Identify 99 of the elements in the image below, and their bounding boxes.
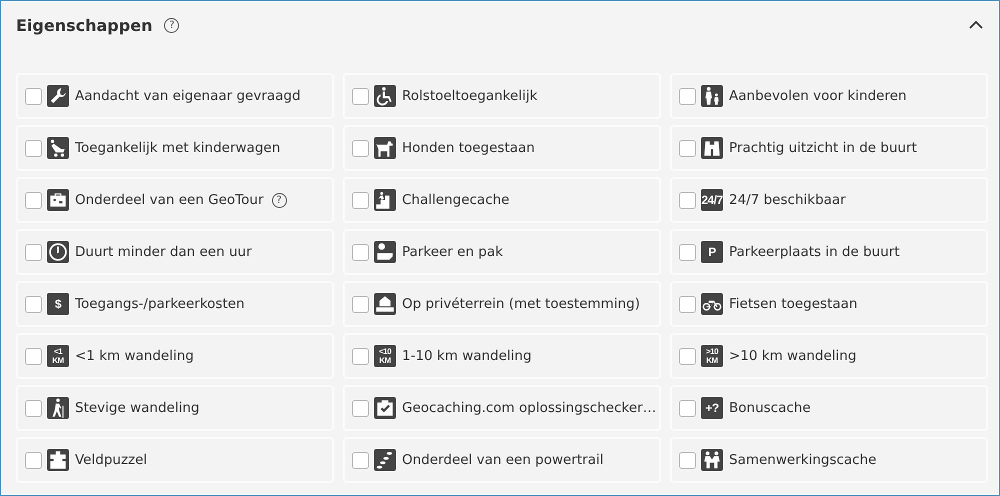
attribute-card[interactable]: Aanbevolen voor kinderen — [670, 73, 988, 119]
attribute-label: Bonuscache — [729, 400, 811, 416]
attribute-icon — [47, 137, 69, 159]
attribute-label: <1 km wandeling — [75, 348, 194, 364]
attribute-icon: <1 KM — [47, 345, 69, 367]
attribute-icon: $ — [47, 293, 69, 315]
help-icon[interactable]: ? — [164, 18, 180, 32]
attribute-icon — [47, 241, 69, 263]
attribute-card[interactable]: Samenwerkingscache — [670, 437, 988, 483]
checkbox[interactable] — [25, 140, 42, 156]
checkbox[interactable] — [352, 192, 369, 208]
attribute-icon — [374, 397, 396, 419]
checkbox[interactable] — [679, 192, 696, 208]
attribute-label: Onderdeel van een GeoTour — [75, 192, 264, 208]
attribute-card[interactable]: P Parkeerplaats in de buurt — [670, 229, 988, 275]
attribute-label: Aandacht van eigenaar gevraagd — [75, 88, 301, 104]
attribute-icon — [374, 449, 396, 471]
attribute-card[interactable]: Duurt minder dan een uur — [16, 229, 334, 275]
attribute-label: Toegankelijk met kinderwagen — [75, 140, 280, 156]
checkbox[interactable] — [25, 400, 42, 416]
checkbox[interactable] — [679, 88, 696, 104]
attribute-icon — [701, 137, 723, 159]
attribute-card[interactable]: Stevige wandeling — [16, 385, 334, 431]
checkbox[interactable] — [679, 400, 696, 416]
checkbox[interactable] — [25, 348, 42, 364]
checkbox[interactable] — [352, 244, 369, 260]
attribute-label: Samenwerkingscache — [729, 452, 876, 468]
attribute-label: Aanbevolen voor kinderen — [729, 88, 907, 104]
attribute-label: 24/7 beschikbaar — [729, 192, 846, 208]
help-icon[interactable]: ? — [272, 192, 287, 208]
attribute-icon: P — [701, 241, 723, 263]
attribute-label: 1-10 km wandeling — [402, 348, 532, 364]
attribute-icon — [47, 85, 69, 107]
checkbox[interactable] — [25, 452, 42, 468]
attribute-card[interactable]: Geocaching.com oplossingschecker… — [343, 385, 661, 431]
attribute-label: Parkeerplaats in de buurt — [729, 244, 900, 260]
attribute-label: Honden toegestaan — [402, 140, 535, 156]
attribute-label: Toegangs-/parkeerkosten — [75, 296, 245, 312]
attribute-icon — [374, 241, 396, 263]
attribute-icon: >10 KM — [701, 345, 723, 367]
attribute-label: Parkeer en pak — [402, 244, 503, 260]
checkbox[interactable] — [679, 244, 696, 260]
attribute-label: Veldpuzzel — [75, 452, 148, 468]
attribute-label: Op privéterrein (met toestemming) — [402, 296, 640, 312]
attribute-icon — [374, 293, 396, 315]
attribute-icon — [701, 293, 723, 315]
checkbox[interactable] — [352, 400, 369, 416]
attribute-icon: 24/7 — [701, 189, 723, 211]
attribute-label: Stevige wandeling — [75, 400, 200, 416]
checkbox[interactable] — [679, 296, 696, 312]
attribute-label: Geocaching.com oplossingschecker… — [402, 400, 656, 416]
attribute-card[interactable]: <1 KM <1 km wandeling — [16, 333, 334, 379]
attribute-card[interactable]: Parkeer en pak — [343, 229, 661, 275]
attribute-icon — [374, 85, 396, 107]
checkbox[interactable] — [352, 140, 369, 156]
attribute-card[interactable]: Challengecache — [343, 177, 661, 223]
attribute-icon: +? — [701, 397, 723, 419]
attribute-card[interactable]: Honden toegestaan — [343, 125, 661, 171]
attribute-icon — [47, 449, 69, 471]
attribute-icon — [374, 137, 396, 159]
checkbox[interactable] — [25, 88, 42, 104]
checkbox[interactable] — [352, 88, 369, 104]
attribute-card[interactable]: >10 KM >10 km wandeling — [670, 333, 988, 379]
attribute-label: Fietsen toegestaan — [729, 296, 858, 312]
checkbox[interactable] — [25, 244, 42, 260]
checkbox[interactable] — [352, 348, 369, 364]
attribute-card[interactable]: <10 KM 1-10 km wandeling — [343, 333, 661, 379]
checkbox[interactable] — [25, 296, 42, 312]
attribute-card[interactable]: Onderdeel van een GeoTour ? — [16, 177, 334, 223]
checkbox[interactable] — [679, 140, 696, 156]
attribute-label: Challengecache — [402, 192, 510, 208]
attribute-label: Duurt minder dan een uur — [75, 244, 252, 260]
checkbox[interactable] — [679, 452, 696, 468]
attribute-label: Prachtig uitzicht in de buurt — [729, 140, 917, 156]
attribute-icon — [701, 85, 723, 107]
checkbox[interactable] — [679, 348, 696, 364]
attribute-icon — [374, 189, 396, 211]
attribute-label: Onderdeel van een powertrail — [402, 452, 604, 468]
attribute-card[interactable]: +? Bonuscache — [670, 385, 988, 431]
section-title: Eigenschappen — [16, 16, 152, 34]
attribute-icon: <10 KM — [374, 345, 396, 367]
attribute-card[interactable]: Fietsen toegestaan — [670, 281, 988, 327]
checkbox[interactable] — [352, 296, 369, 312]
attribute-card[interactable]: Onderdeel van een powertrail — [343, 437, 661, 483]
attribute-icon — [47, 189, 69, 211]
attribute-card[interactable]: Op privéterrein (met toestemming) — [343, 281, 661, 327]
attribute-icon — [47, 397, 69, 419]
attribute-label: >10 km wandeling — [729, 348, 856, 364]
attribute-card[interactable]: Veldpuzzel — [16, 437, 334, 483]
attribute-card[interactable]: $ Toegangs-/parkeerkosten — [16, 281, 334, 327]
attribute-card[interactable]: Prachtig uitzicht in de buurt — [670, 125, 988, 171]
attribute-card[interactable]: Toegankelijk met kinderwagen — [16, 125, 334, 171]
checkbox[interactable] — [352, 452, 369, 468]
attribute-icon — [701, 449, 723, 471]
attribute-card[interactable]: 24/7 24/7 beschikbaar — [670, 177, 988, 223]
attribute-card[interactable]: Aandacht van eigenaar gevraagd — [16, 73, 334, 119]
checkbox[interactable] — [25, 192, 42, 208]
attribute-card[interactable]: Rolstoeltoegankelijk — [343, 73, 661, 119]
attribute-label: Rolstoeltoegankelijk — [402, 88, 538, 104]
